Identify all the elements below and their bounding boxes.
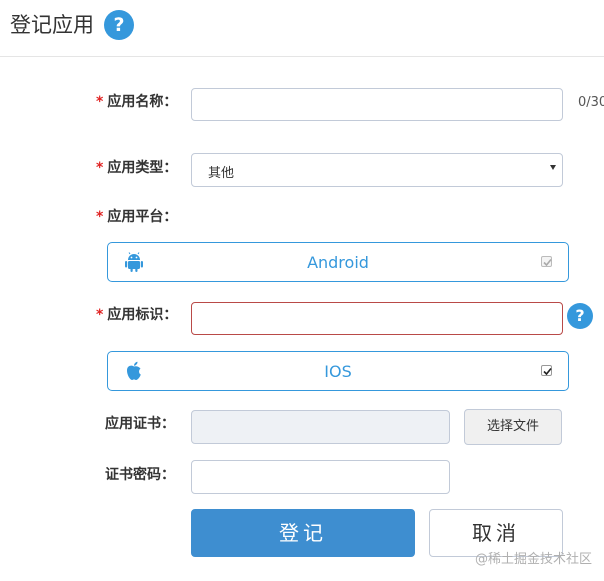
- page-header: 登记应用 ?: [0, 0, 604, 57]
- required-mark: *: [96, 209, 104, 225]
- help-icon[interactable]: ?: [567, 303, 593, 329]
- choose-file-button[interactable]: 选择文件: [464, 409, 562, 445]
- submit-button[interactable]: 登记: [191, 509, 415, 557]
- help-icon[interactable]: ?: [104, 10, 134, 40]
- cert-password-label: 证书密码：: [105, 467, 175, 483]
- required-mark: *: [96, 160, 104, 176]
- platform-android-option[interactable]: Android: [107, 242, 569, 282]
- certificate-file-field: [191, 410, 450, 444]
- cert-password-input[interactable]: [191, 460, 450, 494]
- app-id-input[interactable]: [191, 302, 563, 335]
- page-title: 登记应用: [10, 13, 94, 37]
- app-name-counter: 0/30: [578, 95, 604, 110]
- app-type-selected: 其他: [208, 166, 235, 181]
- dropdown-arrow-icon: [550, 165, 556, 170]
- app-platform-label: * 应用平台：: [96, 209, 178, 225]
- required-mark: *: [96, 94, 104, 110]
- required-mark: *: [96, 307, 104, 323]
- watermark: @稀土掘金技术社区: [475, 552, 593, 567]
- app-name-input[interactable]: [191, 88, 563, 121]
- platform-android-name: Android: [307, 253, 369, 272]
- platform-android-checkbox[interactable]: [541, 256, 552, 267]
- app-type-label: * 应用类型：: [96, 160, 178, 176]
- platform-ios-option[interactable]: IOS: [107, 351, 569, 391]
- app-name-label: * 应用名称：: [96, 94, 178, 110]
- app-id-label: * 应用标识：: [96, 307, 178, 323]
- app-type-select[interactable]: 其他: [191, 153, 563, 187]
- certificate-label: 应用证书：: [105, 416, 175, 432]
- platform-ios-name: IOS: [324, 362, 352, 381]
- platform-ios-checkbox[interactable]: [541, 365, 552, 376]
